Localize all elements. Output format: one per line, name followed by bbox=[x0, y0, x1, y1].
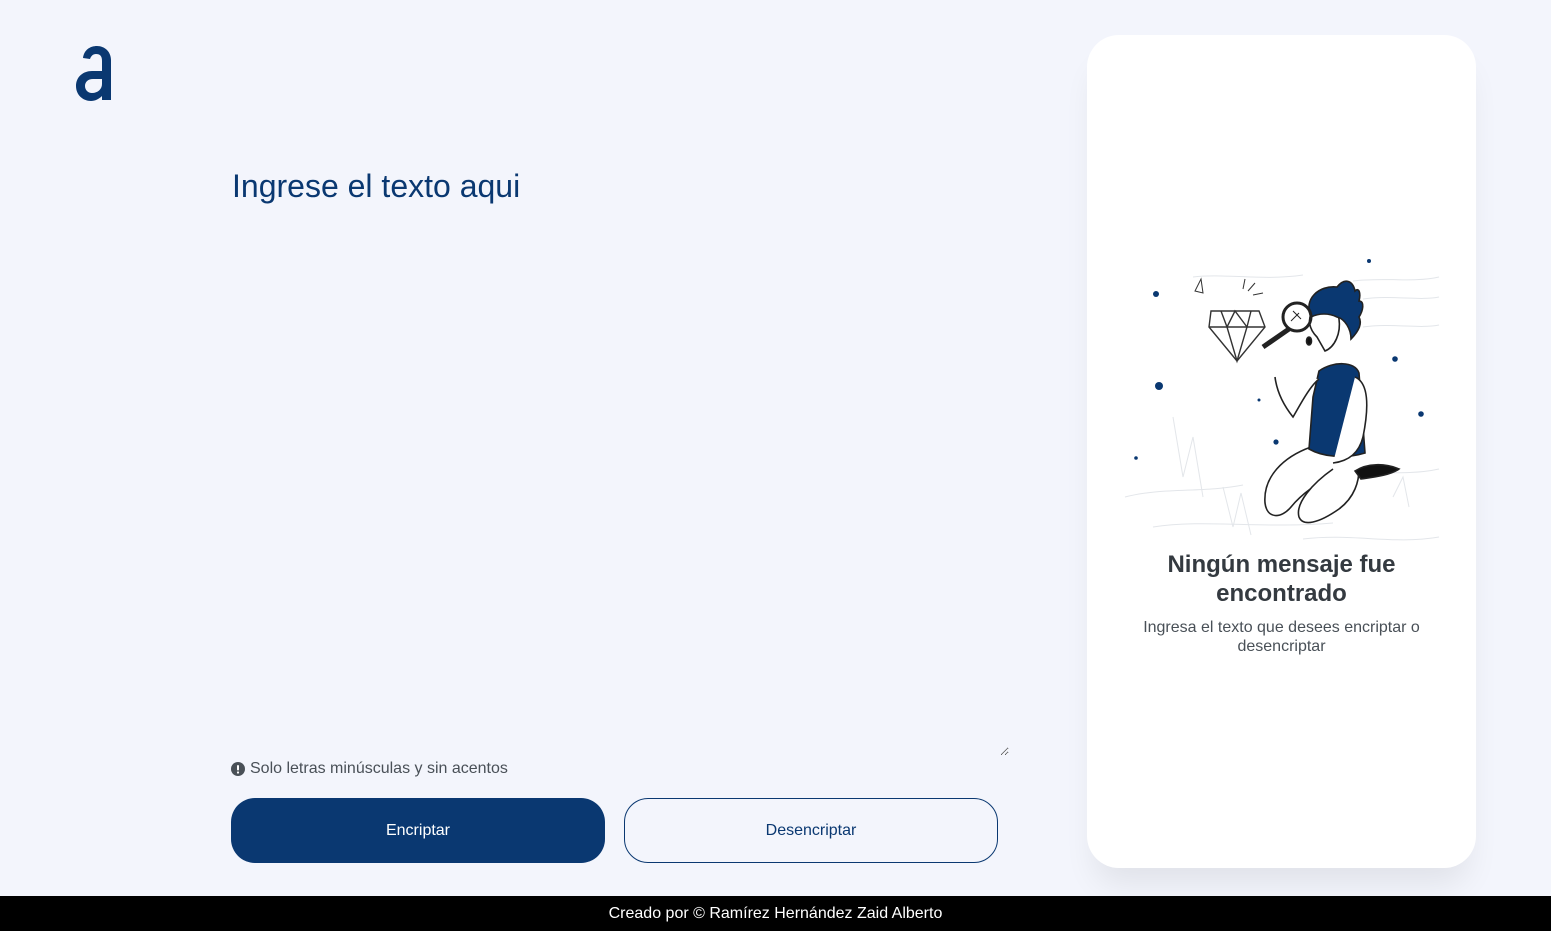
footer-credit: Creado por © Ramírez Hernández Zaid Albe… bbox=[608, 904, 943, 922]
person-with-magnifier-illustration bbox=[1124, 259, 1440, 541]
output-panel: Ningún mensaje fue encontrado Ingresa el… bbox=[1087, 35, 1476, 868]
exclamation-circle-icon bbox=[231, 762, 245, 776]
encrypt-button[interactable]: Encriptar bbox=[231, 798, 605, 863]
alura-logo-icon[interactable] bbox=[74, 44, 116, 102]
empty-state-title: Ningún mensaje fue encontrado bbox=[1167, 551, 1396, 607]
empty-state-subtitle: Ingresa el texto que desees encriptar o … bbox=[1143, 619, 1420, 655]
message-textarea[interactable] bbox=[231, 160, 1009, 756]
footer: Creado por © Ramírez Hernández Zaid Albe… bbox=[0, 896, 1551, 931]
decrypt-button[interactable]: Desencriptar bbox=[624, 798, 998, 863]
input-hint: Solo letras minúsculas y sin acentos bbox=[231, 760, 508, 778]
hint-text: Solo letras minúsculas y sin acentos bbox=[250, 760, 508, 777]
page: Solo letras minúsculas y sin acentos Enc… bbox=[0, 0, 1551, 931]
